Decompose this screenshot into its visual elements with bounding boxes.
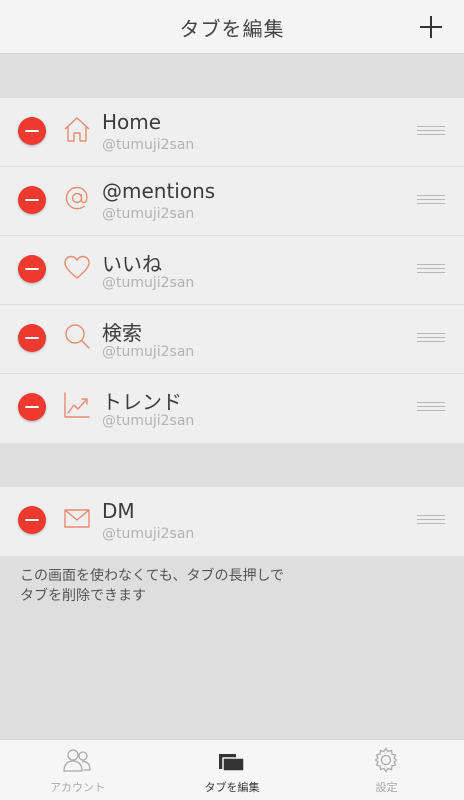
tab-title: @mentions <box>102 179 216 203</box>
tab-label: 設定 <box>375 781 398 794</box>
tab-account: @tumuji2san <box>102 344 195 360</box>
list-item: いいね @tumuji2san <box>0 236 464 305</box>
home-icon <box>62 114 92 144</box>
list-item: トレンド @tumuji2san <box>0 374 464 443</box>
tab-title: DM <box>102 499 135 523</box>
tab-title: トレンド <box>102 390 182 414</box>
tab-title: Home <box>102 110 162 134</box>
drag-handle-icon[interactable] <box>417 126 445 137</box>
drag-handle-icon[interactable] <box>417 402 445 413</box>
tab-account: @tumuji2san <box>102 526 195 542</box>
drag-handle-icon[interactable] <box>417 264 445 275</box>
navigation-bar: タブを編集 <box>0 0 464 54</box>
drag-handle-icon[interactable] <box>417 515 445 526</box>
heart-icon <box>62 252 92 282</box>
accounts-icon <box>62 747 92 773</box>
tab-label: アカウント <box>50 781 105 794</box>
page-title: タブを編集 <box>179 17 285 41</box>
tab-title: いいね <box>102 252 162 276</box>
tabs-edit-icon <box>217 747 247 773</box>
list-item: Home @tumuji2san <box>0 98 464 167</box>
tabs-list: Home @tumuji2san @mentions @tumuji2san い… <box>0 98 464 443</box>
help-note-line: タブを削除できます <box>20 588 146 604</box>
tab-accounts[interactable]: アカウント <box>0 740 155 800</box>
delete-button[interactable] <box>18 117 46 145</box>
plus-icon[interactable] <box>416 12 446 42</box>
search-icon <box>62 321 92 351</box>
at-icon <box>62 183 92 213</box>
tab-account: @tumuji2san <box>102 413 195 429</box>
list-item: 検索 @tumuji2san <box>0 305 464 374</box>
help-note: この画面を使わなくても、タブの長押しで タブを削除できます <box>20 566 450 606</box>
tab-settings[interactable]: 設定 <box>309 740 464 800</box>
drag-handle-icon[interactable] <box>417 195 445 206</box>
delete-button[interactable] <box>18 324 46 352</box>
dm-list: DM @tumuji2san <box>0 487 464 556</box>
delete-button[interactable] <box>18 255 46 283</box>
tab-label: タブを編集 <box>204 781 260 794</box>
tab-account: @tumuji2san <box>102 275 195 291</box>
tab-account: @tumuji2san <box>102 206 195 222</box>
list-item: DM @tumuji2san <box>0 487 464 556</box>
mail-icon <box>62 503 92 533</box>
tab-bar: アカウント タブを編集 設定 <box>0 739 464 800</box>
tab-edit-tabs[interactable]: タブを編集 <box>155 740 309 800</box>
delete-button[interactable] <box>18 506 46 534</box>
help-note-line: この画面を使わなくても、タブの長押しで <box>20 568 285 584</box>
tab-title: 検索 <box>102 321 142 345</box>
delete-button[interactable] <box>18 393 46 421</box>
tab-account: @tumuji2san <box>102 137 195 153</box>
delete-button[interactable] <box>18 186 46 214</box>
gear-icon <box>371 747 401 773</box>
trend-icon <box>62 390 92 420</box>
list-item: @mentions @tumuji2san <box>0 167 464 236</box>
drag-handle-icon[interactable] <box>417 333 445 344</box>
